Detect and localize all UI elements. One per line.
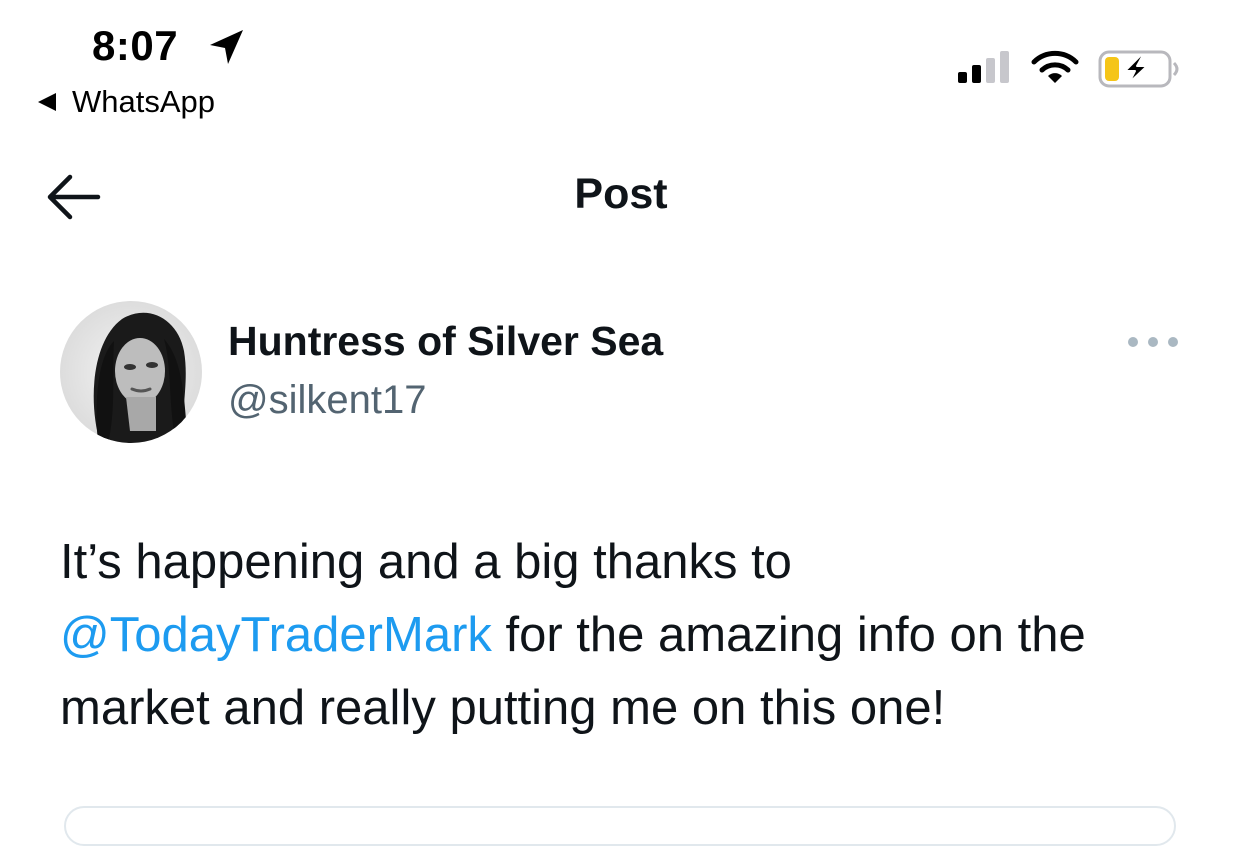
avatar-photo — [60, 301, 202, 443]
post-text: It’s happening and a big thanks to @Toda… — [60, 526, 1190, 745]
location-arrow-icon — [210, 30, 243, 64]
author-display-name[interactable]: Huntress of Silver Sea — [228, 318, 663, 365]
embedded-card[interactable] — [64, 806, 1176, 846]
battery-charging-icon — [1098, 50, 1179, 88]
cellular-signal-icon — [958, 51, 1009, 83]
page-title: Post — [574, 170, 668, 218]
author-handle[interactable]: @silkent17 — [228, 378, 426, 423]
more-dot — [1168, 337, 1178, 347]
back-to-app-button[interactable]: WhatsApp — [36, 84, 215, 120]
status-time: 8:07 — [92, 22, 179, 69]
author-avatar[interactable] — [60, 301, 202, 443]
wifi-icon — [1031, 50, 1079, 83]
more-dot — [1128, 337, 1138, 347]
more-dot — [1148, 337, 1158, 347]
post-text-part1: It’s happening and a big thanks to — [60, 535, 792, 589]
more-options-icon[interactable] — [1128, 334, 1178, 350]
mention-link[interactable]: @TodayTraderMark — [60, 608, 492, 662]
back-triangle-icon — [38, 93, 56, 111]
back-app-label: WhatsApp — [72, 84, 216, 119]
